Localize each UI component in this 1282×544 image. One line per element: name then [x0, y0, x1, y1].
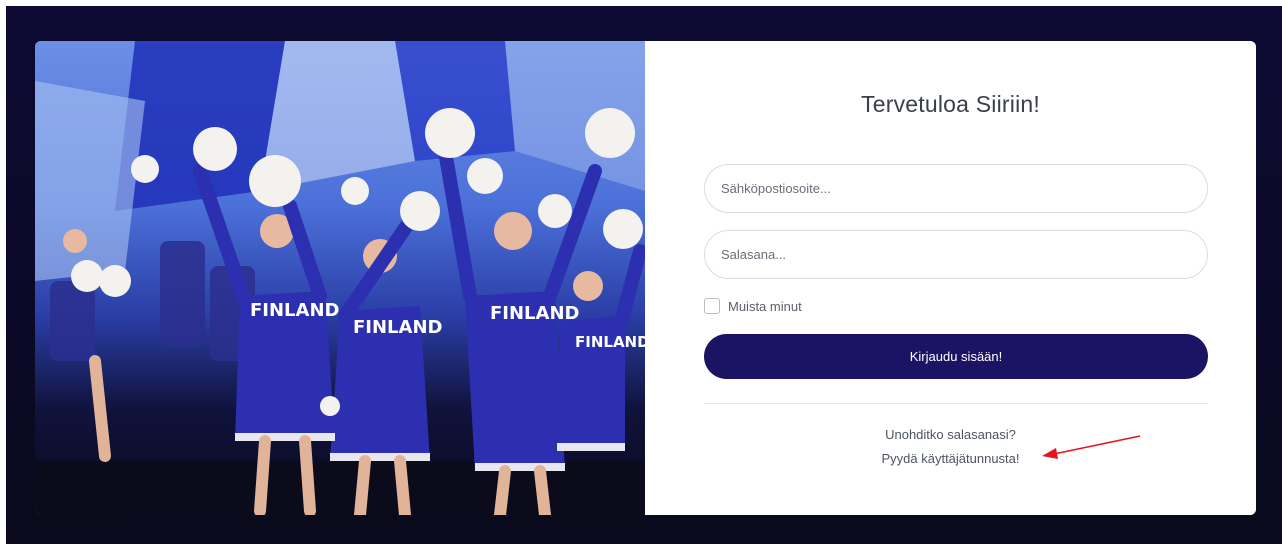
page-title: Tervetuloa Siiriin!	[861, 91, 1040, 117]
password-input[interactable]	[704, 230, 1208, 279]
forgot-password-link[interactable]: Unohditko salasanasi?	[645, 427, 1256, 442]
email-input[interactable]	[704, 164, 1208, 213]
remember-me-option[interactable]: Muista minut	[704, 298, 802, 314]
hero-photo: FINLAND FINLAND FINLAND FINLAND	[35, 41, 645, 515]
request-username-link[interactable]: Pyydä käyttäjätunnusta!	[645, 451, 1256, 466]
login-button[interactable]: Kirjaudu sisään!	[704, 334, 1208, 379]
uniform-text-4: FINLAND	[575, 333, 645, 351]
login-form: Tervetuloa Siiriin! Muista minut Kirjaud…	[645, 41, 1256, 515]
remember-me-checkbox[interactable]	[704, 298, 720, 314]
remember-me-label: Muista minut	[728, 298, 802, 314]
uniform-text-1: FINLAND	[250, 300, 339, 321]
annotation-arrow-icon	[1042, 435, 1141, 459]
uniform-text-2: FINLAND	[353, 317, 442, 338]
cheerleaders-illustration: FINLAND FINLAND FINLAND FINLAND	[35, 41, 645, 515]
divider	[704, 403, 1208, 404]
uniform-text-3: FINLAND	[490, 303, 579, 324]
